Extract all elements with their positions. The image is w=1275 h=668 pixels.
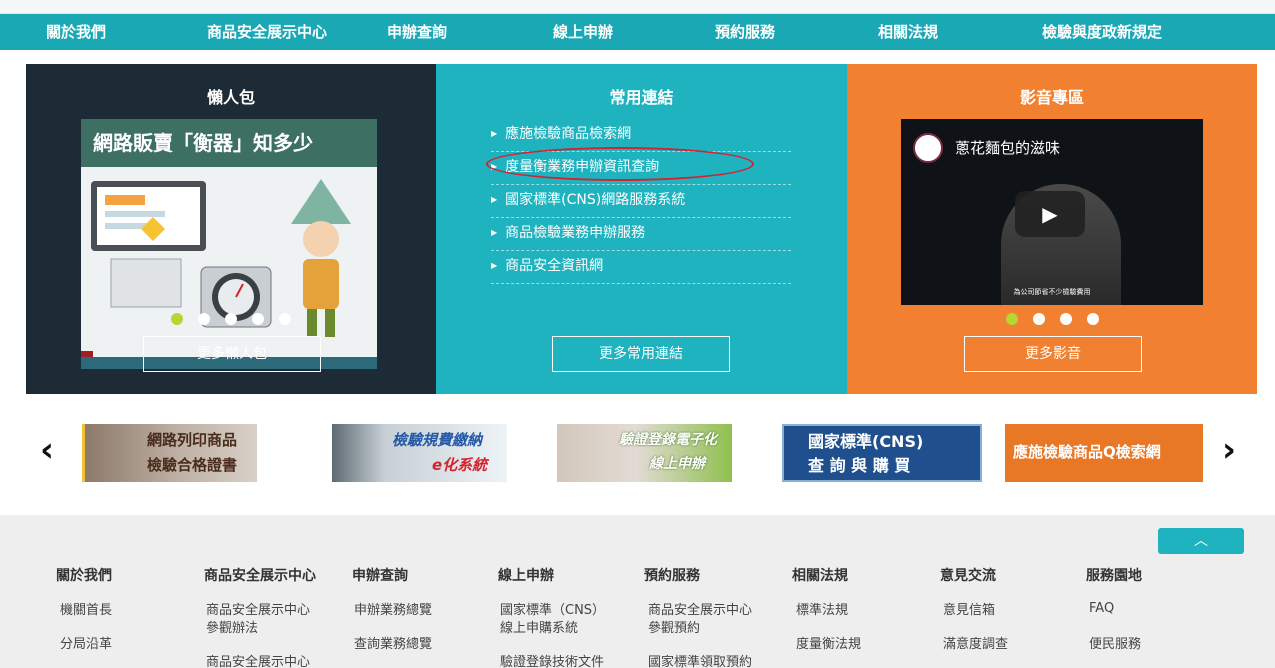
bullet-triangle-icon: ▶: [491, 261, 498, 270]
footer-heading: 預約服務: [644, 568, 700, 584]
link-item[interactable]: ▶ 商品安全資訊網: [491, 251, 791, 284]
banner-inspection-search[interactable]: 應施檢驗商品Q檢索網: [1005, 424, 1203, 482]
more-videos-button[interactable]: 更多影音: [964, 336, 1142, 372]
video-title: 蔥花麵包的滋味: [955, 139, 1061, 157]
footer-col-online: 線上申辦: [498, 567, 658, 599]
banner-print-certificate[interactable]: 網路列印商品 檢驗合格證書: [82, 424, 257, 482]
common-links-title: 常用連結: [609, 88, 674, 107]
main-nav: 關於我們 商品安全展示中心 申辦查詢 線上申辦 預約服務 相關法規 檢驗與度政新…: [0, 14, 1275, 50]
video-panel-title: 影音專區: [1019, 88, 1084, 107]
footer-link[interactable]: 商品安全展示中心 參觀辦法: [206, 602, 310, 638]
banner-line: 國家標準(CNS): [808, 432, 924, 451]
link-item[interactable]: ▶ 國家標準(CNS)網路服務系統: [491, 185, 791, 218]
scale-illustration-icon: [81, 179, 351, 369]
footer-link[interactable]: FAQ: [1089, 600, 1114, 618]
nav-about[interactable]: 關於我們: [46, 14, 106, 50]
footer-col-service: 服務園地: [1086, 567, 1246, 599]
footer-heading: 商品安全展示中心: [204, 568, 316, 584]
banner-line: 應施檢驗商品Q檢索網: [1013, 443, 1161, 461]
browser-top-strip: [0, 0, 1275, 14]
pager-dot[interactable]: [1032, 313, 1045, 325]
video-pagination: [847, 313, 1257, 325]
lazy-pack-pagination: [26, 313, 436, 325]
footer-col-safety-center: 商品安全展示中心: [204, 567, 364, 599]
footer-link[interactable]: 度量衡法規: [796, 636, 861, 654]
link-item[interactable]: ▶ 度量衡業務申辦資訊查詢: [491, 152, 791, 185]
footer-heading: 線上申辦: [498, 568, 554, 584]
pager-dot[interactable]: [1059, 313, 1072, 325]
footer-link[interactable]: 意見信箱: [943, 602, 995, 620]
common-links-list: ▶ 應施檢驗商品檢索網 ▶ 度量衡業務申辦資訊查詢 ▶ 國家標準(CNS)網路服務系統…: [491, 119, 791, 284]
bullet-triangle-icon: ▶: [491, 129, 498, 138]
footer-link[interactable]: 申辦業務總覽: [354, 602, 432, 620]
footer-link[interactable]: 商品安全展示中心: [206, 654, 310, 668]
nav-online-application[interactable]: 線上申辦: [553, 14, 613, 50]
footer-link[interactable]: 國家標準（CNS） 線上申購系統: [500, 602, 605, 638]
footer-link[interactable]: 商品安全展示中心 參觀預約: [648, 602, 752, 638]
footer-heading: 服務園地: [1086, 568, 1142, 584]
channel-avatar: [913, 133, 943, 163]
back-to-top-icon[interactable]: ︿: [1158, 528, 1244, 554]
footer-col-regulations: 相關法規: [792, 567, 952, 599]
banner-line: 驗證登錄電子化: [619, 432, 717, 448]
footer-heading: 申辦查詢: [352, 568, 408, 584]
footer-col-feedback: 意見交流: [940, 567, 1100, 599]
bullet-triangle-icon: ▶: [491, 162, 498, 171]
bullet-triangle-icon: ▶: [491, 228, 498, 237]
common-links-panel: 常用連結 ▶ 應施檢驗商品檢索網 ▶ 度量衡業務申辦資訊查詢 ▶ 國家標準(CNS)網…: [436, 64, 847, 394]
pager-dot[interactable]: [1086, 313, 1099, 325]
link-item[interactable]: ▶ 商品檢驗業務申辦服務: [491, 218, 791, 251]
banner-line: 線上申辦: [649, 456, 705, 472]
footer-link[interactable]: 便民服務: [1089, 636, 1141, 654]
banner-line: 網路列印商品: [147, 431, 238, 449]
footer-link[interactable]: 機關首長: [60, 602, 112, 620]
nav-reservation[interactable]: 預約服務: [715, 14, 775, 50]
more-lazy-pack-button[interactable]: 更多懶人包: [143, 336, 321, 372]
video-player[interactable]: 蔥花麵包的滋味 ▶ 為公司節省不少檢驗費用: [901, 119, 1203, 305]
pager-dot[interactable]: [252, 313, 264, 325]
footer-link[interactable]: 分局沿革: [60, 636, 112, 654]
footer-col-application: 申辦查詢: [352, 567, 512, 599]
pager-dot[interactable]: [198, 313, 210, 325]
video-caption: 為公司節省不少檢驗費用: [1013, 288, 1091, 296]
banner-line: e化系統: [432, 456, 488, 474]
footer-heading: 關於我們: [56, 568, 112, 584]
video-panel: 影音專區 蔥花麵包的滋味 ▶ 為公司節省不少檢驗費用 更多影音: [847, 64, 1257, 394]
footer-link[interactable]: 國家標準領取預約: [648, 654, 752, 668]
more-common-links-button[interactable]: 更多常用連結: [552, 336, 730, 372]
footer-col-reservation: 預約服務: [644, 567, 804, 599]
banner-line: 查 詢 與 購 買: [808, 456, 911, 475]
footer-link[interactable]: 滿意度調查: [943, 636, 1008, 654]
bullet-triangle-icon: ▶: [491, 195, 498, 204]
site-footer: ︿ 關於我們 機關首長 分局沿革 商品安全展示中心 商品安全展示中心 參觀辦法 …: [0, 515, 1275, 668]
footer-link[interactable]: 標準法規: [796, 602, 848, 620]
footer-heading: 相關法規: [792, 568, 848, 584]
carousel-next-icon[interactable]: ›: [1222, 430, 1236, 470]
lazy-pack-title: 懶人包: [206, 88, 255, 107]
nav-application-query[interactable]: 申辦查詢: [387, 14, 447, 50]
nav-regulations[interactable]: 相關法規: [878, 14, 938, 50]
banner-registration-online[interactable]: 驗證登錄電子化 線上申辦: [557, 424, 732, 482]
link-item[interactable]: ▶ 應施檢驗商品檢索網: [491, 119, 791, 152]
carousel-prev-icon[interactable]: ‹: [40, 430, 54, 470]
play-icon[interactable]: ▶: [1015, 191, 1085, 237]
banner-cns-search[interactable]: 國家標準(CNS) 查 詢 與 購 買: [782, 424, 982, 482]
footer-heading: 意見交流: [940, 568, 996, 584]
lazy-pack-slide[interactable]: 網路販賣「衡器」知多少: [81, 119, 377, 369]
footer-link[interactable]: 查詢業務總覽: [354, 636, 432, 654]
pager-dot[interactable]: [279, 313, 291, 325]
banner-line: 檢驗規費繳納: [392, 431, 483, 449]
nav-safety-center[interactable]: 商品安全展示中心: [207, 14, 327, 50]
lazy-pack-panel: 懶人包 網路販賣「衡器」知多少 更多懶人包: [26, 64, 436, 394]
footer-link[interactable]: 驗證登錄技術文件: [500, 654, 604, 668]
pager-dot[interactable]: [225, 313, 237, 325]
banner-fee-payment[interactable]: 檢驗規費繳納 e化系統: [332, 424, 507, 482]
nav-new-rules[interactable]: 檢驗與度政新規定: [1042, 14, 1162, 50]
pager-dot[interactable]: [1005, 313, 1018, 325]
footer-col-about: 關於我們: [56, 567, 216, 599]
banner-line: 檢驗合格證書: [147, 456, 238, 474]
pager-dot[interactable]: [171, 313, 183, 325]
